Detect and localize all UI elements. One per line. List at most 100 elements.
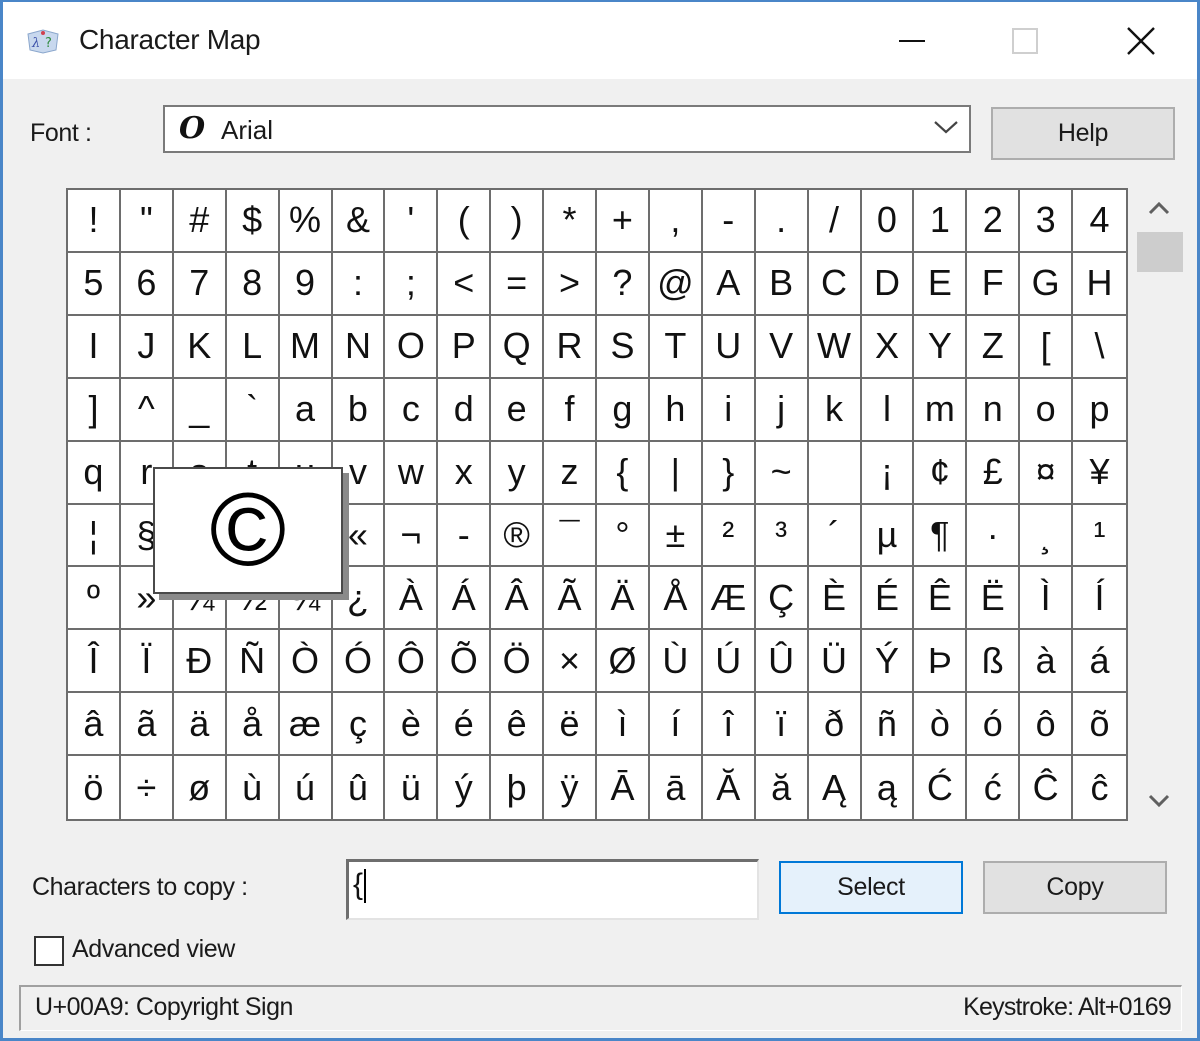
character-cell[interactable]: û	[332, 756, 386, 819]
character-cell[interactable]: °	[597, 504, 650, 568]
character-cell[interactable]: }	[702, 441, 756, 505]
character-cell[interactable]: |	[649, 441, 703, 505]
character-cell[interactable]: ^	[120, 378, 174, 442]
minimize-button[interactable]	[858, 2, 968, 79]
character-cell[interactable]: j	[755, 378, 809, 442]
character-cell[interactable]: Ó	[332, 630, 386, 694]
character-cell[interactable]: '	[385, 190, 439, 253]
character-cell[interactable]: ÿ	[544, 756, 597, 819]
character-cell[interactable]: è	[385, 693, 439, 757]
character-cell[interactable]: Z	[967, 315, 1021, 379]
character-cell[interactable]: º	[68, 567, 121, 631]
character-cell[interactable]: Ù	[649, 630, 703, 694]
character-cell[interactable]: D	[861, 252, 915, 316]
character-cell[interactable]: -	[438, 504, 492, 568]
character-cell[interactable]: Å	[649, 567, 703, 631]
font-dropdown[interactable]: O Arial	[163, 105, 971, 153]
character-cell[interactable]: Ã	[544, 567, 597, 631]
character-cell[interactable]: þ	[491, 756, 545, 819]
character-cell[interactable]: ą	[861, 756, 915, 819]
character-cell[interactable]: ß	[967, 630, 1021, 694]
character-cell[interactable]: ĉ	[1073, 756, 1126, 819]
character-cell[interactable]: í	[649, 693, 703, 757]
character-cell[interactable]: ¤	[1020, 441, 1074, 505]
character-cell[interactable]: i	[702, 378, 756, 442]
character-cell[interactable]: Ú	[702, 630, 756, 694]
character-cell[interactable]: µ	[861, 504, 915, 568]
character-cell[interactable]: H	[1073, 252, 1126, 316]
character-cell[interactable]: Ç	[755, 567, 809, 631]
character-cell[interactable]: W	[808, 315, 862, 379]
character-cell[interactable]: ø	[173, 756, 227, 819]
character-cell[interactable]: 7	[173, 252, 227, 316]
character-cell[interactable]: Ö	[491, 630, 545, 694]
characters-to-copy-input[interactable]: {	[346, 859, 759, 920]
character-cell[interactable]: 8	[226, 252, 280, 316]
character-cell[interactable]: 6	[120, 252, 174, 316]
character-cell[interactable]: Ê	[914, 567, 968, 631]
character-cell[interactable]: ×	[544, 630, 597, 694]
character-cell[interactable]: õ	[1073, 693, 1126, 757]
character-cell[interactable]: à	[1020, 630, 1074, 694]
character-cell[interactable]: k	[808, 378, 862, 442]
character-cell[interactable]: R	[544, 315, 597, 379]
character-cell[interactable]: [	[1020, 315, 1074, 379]
character-cell[interactable]: Ñ	[226, 630, 280, 694]
character-cell[interactable]: w	[385, 441, 439, 505]
character-cell[interactable]: U	[702, 315, 756, 379]
character-cell[interactable]: ·	[967, 504, 1021, 568]
character-cell[interactable]: Ï	[120, 630, 174, 694]
character-cell[interactable]: C	[808, 252, 862, 316]
scroll-up-button[interactable]	[1134, 188, 1184, 228]
character-cell[interactable]: Ü	[808, 630, 862, 694]
character-cell[interactable]: Û	[755, 630, 809, 694]
character-cell[interactable]: ñ	[861, 693, 915, 757]
maximize-button[interactable]	[970, 2, 1080, 79]
character-cell[interactable]: l	[861, 378, 915, 442]
character-cell[interactable]: ?	[597, 252, 650, 316]
character-cell[interactable]: ö	[68, 756, 121, 819]
character-cell[interactable]: "	[120, 190, 174, 253]
character-cell[interactable]: Ø	[597, 630, 650, 694]
character-cell[interactable]: V	[755, 315, 809, 379]
vertical-scrollbar[interactable]	[1134, 188, 1184, 821]
character-cell[interactable]: a	[279, 378, 333, 442]
character-cell[interactable]: Q	[491, 315, 545, 379]
character-cell[interactable]: >	[544, 252, 597, 316]
character-cell[interactable]: Ý	[861, 630, 915, 694]
character-cell[interactable]: B	[755, 252, 809, 316]
character-cell[interactable]: `	[226, 378, 280, 442]
character-cell[interactable]: M	[279, 315, 333, 379]
character-cell[interactable]: T	[649, 315, 703, 379]
character-cell[interactable]: 5	[68, 252, 121, 316]
character-cell[interactable]: £	[967, 441, 1021, 505]
select-button[interactable]: Select	[779, 861, 963, 914]
character-cell[interactable]: d	[438, 378, 492, 442]
character-cell[interactable]: á	[1073, 630, 1126, 694]
character-cell[interactable]: m	[914, 378, 968, 442]
character-cell[interactable]: ç	[332, 693, 386, 757]
character-cell[interactable]: z	[544, 441, 597, 505]
character-cell[interactable]: å	[226, 693, 280, 757]
character-cell[interactable]: Á	[438, 567, 492, 631]
character-cell[interactable]: Î	[68, 630, 121, 694]
character-cell[interactable]: ă	[755, 756, 809, 819]
character-cell[interactable]: -	[702, 190, 756, 253]
character-cell[interactable]: c	[385, 378, 439, 442]
character-cell[interactable]: A	[702, 252, 756, 316]
character-cell[interactable]: ú	[279, 756, 333, 819]
character-cell[interactable]: @	[649, 252, 703, 316]
character-cell[interactable]: S	[597, 315, 650, 379]
character-cell[interactable]: Y	[914, 315, 968, 379]
character-cell[interactable]: ¡	[861, 441, 915, 505]
character-cell[interactable]: *	[544, 190, 597, 253]
character-cell[interactable]: Õ	[438, 630, 492, 694]
character-cell[interactable]: b	[332, 378, 386, 442]
character-cell[interactable]: L	[226, 315, 280, 379]
scroll-down-button[interactable]	[1134, 781, 1184, 821]
character-cell[interactable]: =	[491, 252, 545, 316]
character-cell[interactable]: Ð	[173, 630, 227, 694]
character-cell[interactable]: ²	[702, 504, 756, 568]
help-button[interactable]: Help	[991, 107, 1175, 160]
character-cell[interactable]: Ą	[808, 756, 862, 819]
